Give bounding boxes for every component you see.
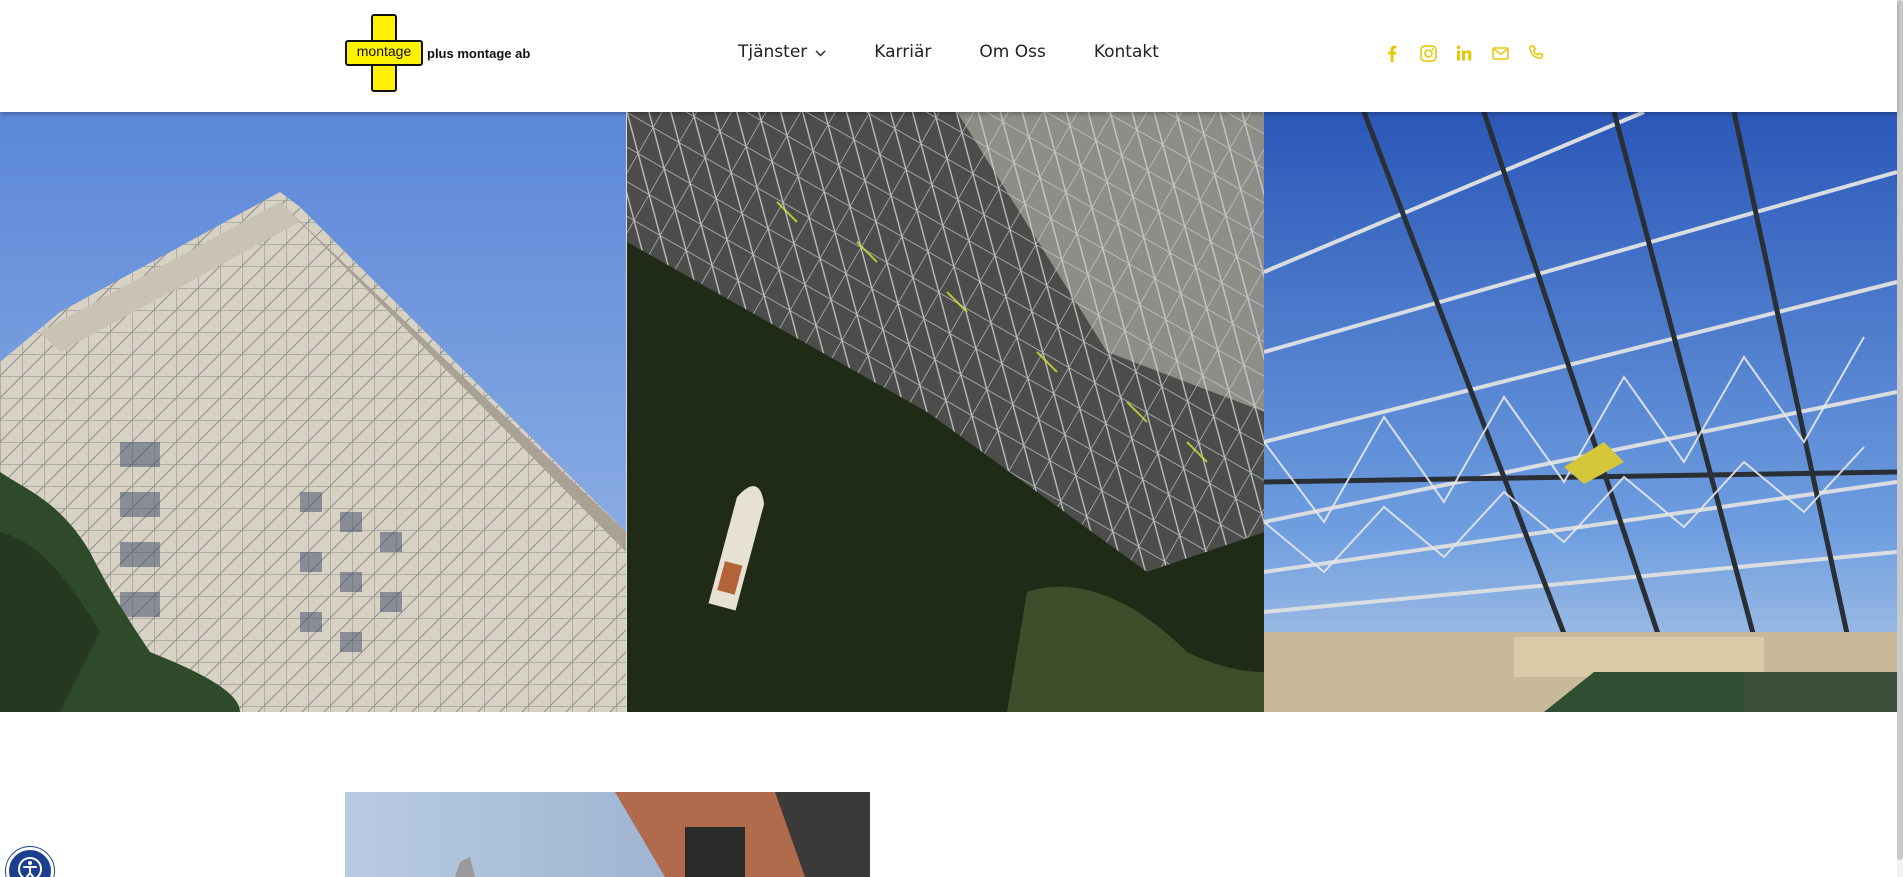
- logo-company-name: plus montage ab: [427, 45, 531, 61]
- facebook-icon[interactable]: [1383, 44, 1401, 62]
- nav-item-kontakt[interactable]: Kontakt: [1094, 42, 1159, 62]
- scrollbar-thumb[interactable]: [1897, 0, 1903, 860]
- social-links: [1383, 44, 1545, 62]
- instagram-icon[interactable]: [1419, 44, 1437, 62]
- accessibility-icon: [15, 854, 45, 877]
- nav-item-karriar[interactable]: Karriär: [874, 42, 931, 62]
- nav-item-om-oss[interactable]: Om Oss: [979, 42, 1045, 62]
- gallery-image-aerial-scaffolding[interactable]: [626, 112, 1264, 712]
- chevron-down-icon: [815, 42, 826, 62]
- gallery-image-building-scaffolding[interactable]: [0, 112, 626, 712]
- project-gallery: [0, 112, 1897, 712]
- nav-item-label: Tjänster: [738, 42, 808, 62]
- logo-word: montage: [356, 43, 412, 59]
- linkedin-icon[interactable]: [1455, 44, 1473, 62]
- nav-item-tjanster[interactable]: Tjänster: [738, 42, 826, 62]
- email-icon[interactable]: [1491, 44, 1509, 62]
- site-logo[interactable]: montage plus montage ab: [345, 14, 530, 92]
- logo-cross-icon: montage: [345, 14, 423, 92]
- page-scrollbar[interactable]: [1897, 0, 1903, 877]
- accessibility-button[interactable]: [6, 847, 54, 877]
- main-nav: Tjänster Karriär Om Oss Kontakt: [738, 42, 1159, 62]
- content-image-building[interactable]: [345, 792, 870, 877]
- gallery-image-roof-truss[interactable]: [1264, 112, 1897, 712]
- phone-icon[interactable]: [1527, 44, 1545, 62]
- site-header: montage plus montage ab Tjänster Karriär…: [0, 0, 1897, 112]
